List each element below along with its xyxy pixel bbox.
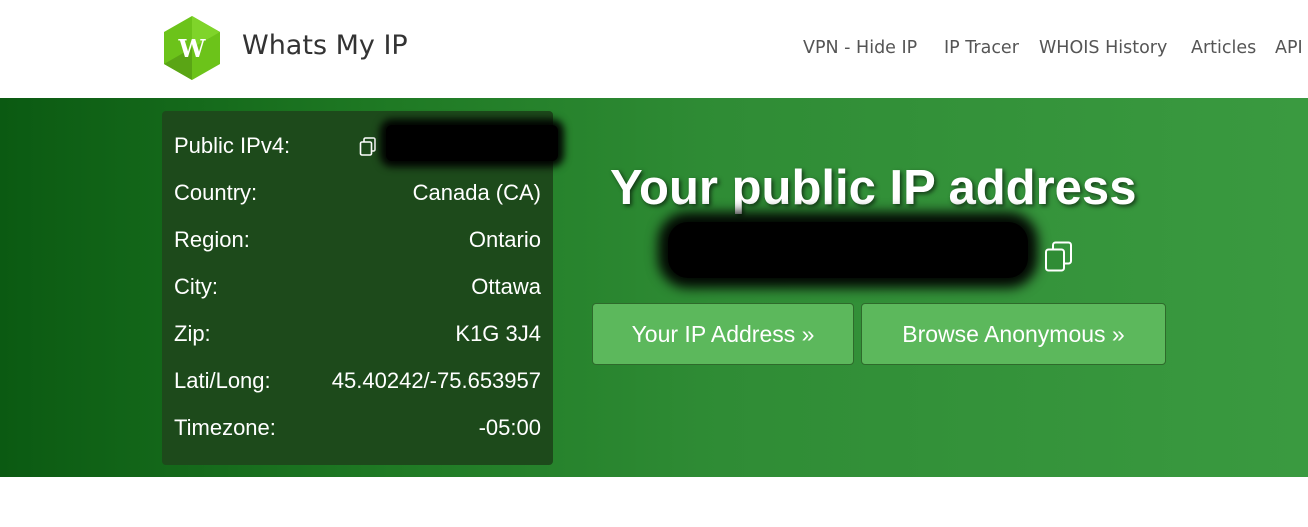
info-label: Country: xyxy=(174,180,258,205)
redacted-ip-value xyxy=(386,125,558,161)
nav-whois-history[interactable]: WHOIS History xyxy=(1039,38,1167,58)
info-label: City: xyxy=(174,274,218,299)
info-row-country: Country: Canada (CA) xyxy=(174,180,541,210)
info-row-region: Region: Ontario xyxy=(174,227,541,257)
your-ip-address-button[interactable]: Your IP Address » xyxy=(592,303,854,365)
site-header: W Whats My IP VPN - Hide IP IP Tracer WH… xyxy=(0,0,1308,98)
redacted-public-ip xyxy=(668,222,1028,278)
nav-vpn-hide-ip[interactable]: VPN - Hide IP xyxy=(803,38,917,58)
info-label: Public IPv4: xyxy=(174,133,291,158)
info-value: Ontario xyxy=(468,227,541,252)
browse-anonymous-button[interactable]: Browse Anonymous » xyxy=(861,303,1166,365)
copy-icon[interactable] xyxy=(359,137,377,157)
info-value: K1G 3J4 xyxy=(455,321,541,346)
info-label: Region: xyxy=(174,227,250,252)
site-logo-icon[interactable]: W xyxy=(161,14,223,82)
info-label: Zip: xyxy=(174,321,211,346)
nav-api[interactable]: API xyxy=(1275,38,1303,58)
info-row-city: City: Ottawa xyxy=(174,274,541,304)
hero-title: Your public IP address xyxy=(610,161,1137,215)
site-brand-name[interactable]: Whats My IP xyxy=(242,30,408,61)
info-value: -05:00 xyxy=(478,415,541,440)
info-label: Lati/Long: xyxy=(174,368,271,393)
info-label: Timezone: xyxy=(174,415,276,440)
nav-ip-tracer[interactable]: IP Tracer xyxy=(944,38,1019,58)
info-row-lat-long: Lati/Long: 45.40242/-75.653957 xyxy=(174,368,541,398)
info-row-zip: Zip: K1G 3J4 xyxy=(174,321,541,351)
info-value: 45.40242/-75.653957 xyxy=(331,368,541,393)
info-row-public-ipv4: Public IPv4: xyxy=(174,125,558,163)
info-row-timezone: Timezone: -05:00 xyxy=(174,415,541,445)
nav-articles[interactable]: Articles xyxy=(1191,38,1256,58)
ip-info-panel: Public IPv4: Country: Canada (CA) Region… xyxy=(162,111,558,465)
info-value: Canada (CA) xyxy=(412,180,541,205)
logo-letter: W xyxy=(178,34,207,63)
info-value: Ottawa xyxy=(471,274,541,299)
copy-icon[interactable] xyxy=(1044,241,1074,273)
